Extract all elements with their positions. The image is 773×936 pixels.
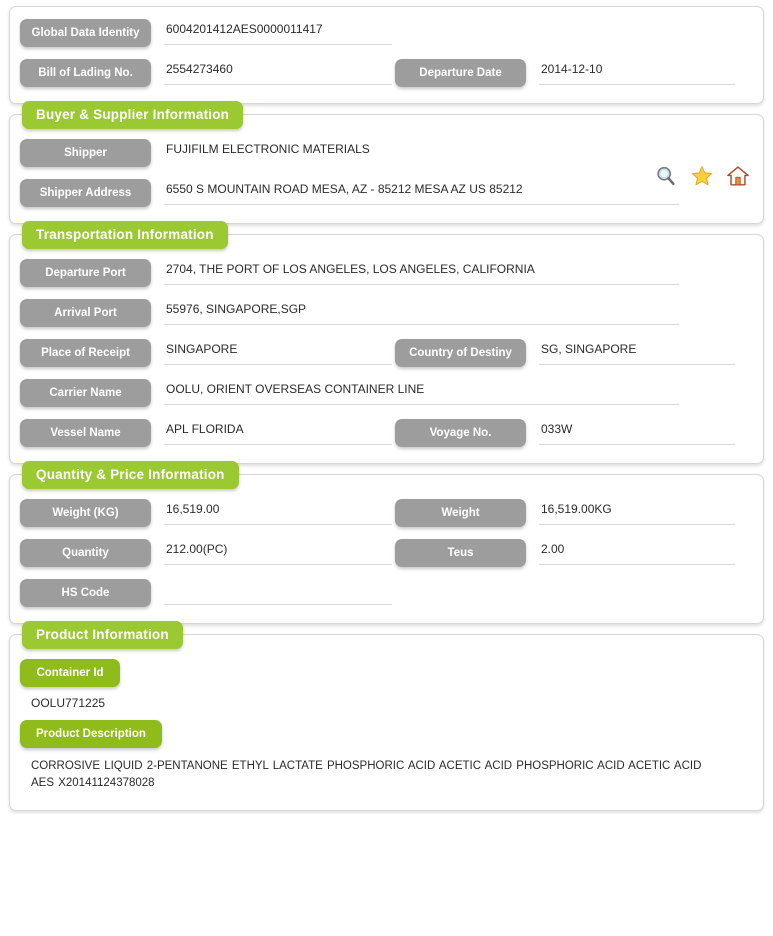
shipper-label: Shipper <box>20 139 151 167</box>
weight-kg-label: Weight (KG) <box>20 499 151 527</box>
global-data-identity-value[interactable]: 6004201412AES0000011417 <box>164 19 392 45</box>
global-data-identity-field: Global Data Identity 6004201412AES000001… <box>20 19 395 47</box>
vessel-name-row: Vessel Name APL FLORIDA Voyage No. 033W <box>20 419 753 447</box>
weight-label: Weight <box>395 499 526 527</box>
quantity-row: Quantity 212.00(PC) Teus 2.00 <box>20 539 753 567</box>
home-icon[interactable] <box>727 165 749 187</box>
arrival-port-value[interactable]: 55976, SINGAPORE,SGP <box>164 299 679 325</box>
departure-port-label: Departure Port <box>20 259 151 287</box>
voyage-no-label: Voyage No. <box>395 419 526 447</box>
quantity-price-panel-title: Quantity & Price Information <box>22 461 239 489</box>
hs-code-row: HS Code <box>20 579 753 607</box>
departure-date-field: Departure Date 2014-12-10 <box>395 59 735 87</box>
identity-panel: Global Data Identity 6004201412AES000001… <box>9 6 764 104</box>
vessel-name-label: Vessel Name <box>20 419 151 447</box>
buyer-supplier-panel: Buyer & Supplier Information Shipper FUJ… <box>9 101 764 224</box>
container-id-block: Container Id OOLU771225 <box>20 659 753 720</box>
weight-value[interactable]: 16,519.00KG <box>539 499 735 525</box>
departure-port-field: Departure Port 2704, THE PORT OF LOS ANG… <box>20 259 753 287</box>
bill-of-lading-value[interactable]: 2554273460 <box>164 59 392 85</box>
hs-code-label: HS Code <box>20 579 151 607</box>
product-panel-title: Product Information <box>22 621 183 649</box>
hs-code-value[interactable] <box>164 579 392 605</box>
voyage-no-field: Voyage No. 033W <box>395 419 735 447</box>
voyage-no-value[interactable]: 033W <box>539 419 735 445</box>
weight-kg-field: Weight (KG) 16,519.00 <box>20 499 395 527</box>
transportation-panel: Transportation Information Departure Por… <box>9 221 764 464</box>
quantity-price-panel-body: Weight (KG) 16,519.00 Weight 16,519.00KG… <box>10 475 763 623</box>
weight-kg-value[interactable]: 16,519.00 <box>164 499 392 525</box>
shipment-record-page: Global Data Identity 6004201412AES000001… <box>0 6 773 811</box>
star-icon[interactable] <box>691 165 713 187</box>
teus-field: Teus 2.00 <box>395 539 735 567</box>
quantity-field: Quantity 212.00(PC) <box>20 539 395 567</box>
carrier-name-row: Carrier Name OOLU, ORIENT OVERSEAS CONTA… <box>20 379 753 407</box>
bill-of-lading-label: Bill of Lading No. <box>20 59 151 87</box>
vessel-name-field: Vessel Name APL FLORIDA <box>20 419 395 447</box>
shipper-field: Shipper FUJIFILM ELECTRONIC MATERIALS <box>20 139 753 167</box>
bill-of-lading-field: Bill of Lading No. 2554273460 <box>20 59 395 87</box>
global-data-identity-label: Global Data Identity <box>20 19 151 47</box>
buyer-supplier-panel-body: Shipper FUJIFILM ELECTRONIC MATERIALS Sh… <box>10 115 763 223</box>
search-icon[interactable] <box>655 165 677 187</box>
carrier-name-value[interactable]: OOLU, ORIENT OVERSEAS CONTAINER LINE <box>164 379 679 405</box>
country-of-destiny-field: Country of Destiny SG, SINGAPORE <box>395 339 735 367</box>
shipper-address-value[interactable]: 6550 S MOUNTAIN ROAD MESA, AZ - 85212 ME… <box>164 179 679 205</box>
teus-value[interactable]: 2.00 <box>539 539 735 565</box>
record-action-icons <box>655 165 749 187</box>
carrier-name-label: Carrier Name <box>20 379 151 407</box>
bill-of-lading-row: Bill of Lading No. 2554273460 Departure … <box>20 59 753 87</box>
quantity-value[interactable]: 212.00(PC) <box>164 539 392 565</box>
product-description-block: Product Description CORROSIVE LIQUID 2-P… <box>20 720 753 796</box>
quantity-price-panel: Quantity & Price Information Weight (KG)… <box>9 461 764 624</box>
container-id-label: Container Id <box>20 659 120 687</box>
product-panel-body: Container Id OOLU771225 Product Descript… <box>10 635 763 810</box>
arrival-port-field: Arrival Port 55976, SINGAPORE,SGP <box>20 299 753 327</box>
teus-label: Teus <box>395 539 526 567</box>
weight-field: Weight 16,519.00KG <box>395 499 735 527</box>
shipper-row: Shipper FUJIFILM ELECTRONIC MATERIALS <box>20 139 753 167</box>
arrival-port-row: Arrival Port 55976, SINGAPORE,SGP <box>20 299 753 327</box>
shipper-value[interactable]: FUJIFILM ELECTRONIC MATERIALS <box>164 139 679 165</box>
product-panel: Product Information Container Id OOLU771… <box>9 621 764 811</box>
global-data-identity-row: Global Data Identity 6004201412AES000001… <box>20 19 753 47</box>
product-description-value[interactable]: CORROSIVE LIQUID 2-PENTANONE ETHYL LACTA… <box>20 748 721 796</box>
container-id-value[interactable]: OOLU771225 <box>20 687 753 720</box>
hs-code-field: HS Code <box>20 579 395 607</box>
identity-panel-body: Global Data Identity 6004201412AES000001… <box>10 7 763 103</box>
weight-row: Weight (KG) 16,519.00 Weight 16,519.00KG <box>20 499 753 527</box>
product-description-label: Product Description <box>20 720 162 748</box>
country-of-destiny-value[interactable]: SG, SINGAPORE <box>539 339 735 365</box>
departure-date-value[interactable]: 2014-12-10 <box>539 59 735 85</box>
carrier-name-field: Carrier Name OOLU, ORIENT OVERSEAS CONTA… <box>20 379 753 407</box>
vessel-name-value[interactable]: APL FLORIDA <box>164 419 392 445</box>
arrival-port-label: Arrival Port <box>20 299 151 327</box>
transportation-panel-title: Transportation Information <box>22 221 228 249</box>
place-of-receipt-value[interactable]: SINGAPORE <box>164 339 392 365</box>
shipper-address-field: Shipper Address 6550 S MOUNTAIN ROAD MES… <box>20 179 753 207</box>
buyer-supplier-panel-title: Buyer & Supplier Information <box>22 101 244 129</box>
transportation-panel-body: Departure Port 2704, THE PORT OF LOS ANG… <box>10 235 763 463</box>
country-of-destiny-label: Country of Destiny <box>395 339 526 367</box>
place-of-receipt-field: Place of Receipt SINGAPORE <box>20 339 395 367</box>
place-of-receipt-label: Place of Receipt <box>20 339 151 367</box>
departure-date-label: Departure Date <box>395 59 526 87</box>
departure-port-value[interactable]: 2704, THE PORT OF LOS ANGELES, LOS ANGEL… <box>164 259 679 285</box>
place-of-receipt-row: Place of Receipt SINGAPORE Country of De… <box>20 339 753 367</box>
shipper-address-row: Shipper Address 6550 S MOUNTAIN ROAD MES… <box>20 179 753 207</box>
shipper-address-label: Shipper Address <box>20 179 151 207</box>
departure-port-row: Departure Port 2704, THE PORT OF LOS ANG… <box>20 259 753 287</box>
quantity-label: Quantity <box>20 539 151 567</box>
